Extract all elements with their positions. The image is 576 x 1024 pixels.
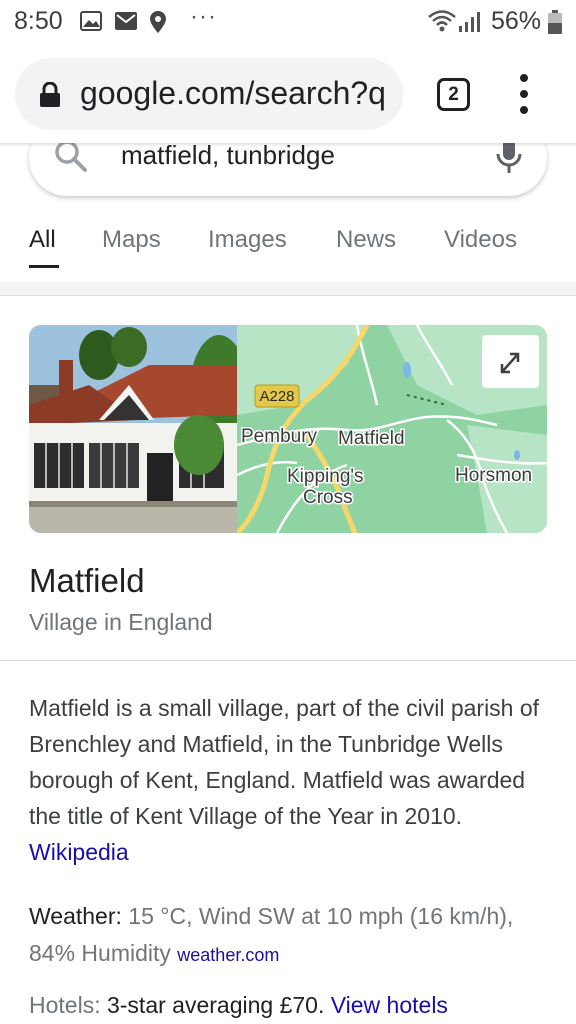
signal-icon bbox=[459, 12, 480, 32]
location-icon bbox=[150, 11, 166, 33]
knowledge-panel-media: A228 Pembury Matfield Kipping's Cross Ho… bbox=[29, 325, 547, 533]
hotels-row: Hotels: 3-star averaging £70. View hotel… bbox=[29, 987, 554, 1024]
address-bar[interactable]: google.com/search?q bbox=[15, 58, 403, 130]
toolbar-cover: google.com/search?q 2 bbox=[0, 44, 576, 143]
toolbar-shadow bbox=[0, 143, 576, 147]
battery-percent: 56% bbox=[491, 7, 542, 35]
map-expand-button[interactable] bbox=[482, 335, 539, 388]
more-notifications: ··· bbox=[190, 3, 217, 30]
tab-videos[interactable]: Videos bbox=[444, 226, 517, 254]
entity-title: Matfield bbox=[29, 562, 145, 599]
weather-label: Weather: bbox=[29, 903, 122, 929]
status-bar: 8:50 ··· 56% bbox=[0, 0, 576, 44]
entity-subtitle: Village in England bbox=[29, 609, 213, 635]
tab-images[interactable]: Images bbox=[208, 226, 287, 254]
tab-switcher-button[interactable]: 2 bbox=[437, 78, 470, 111]
status-time: 8:50 bbox=[14, 7, 63, 35]
description-text: Matfield is a small village, part of the… bbox=[29, 695, 540, 829]
lock-icon bbox=[40, 82, 60, 107]
view-hotels-link[interactable]: View hotels bbox=[331, 992, 448, 1018]
tab-maps[interactable]: Maps bbox=[102, 226, 161, 254]
wifi-icon bbox=[428, 10, 456, 32]
panel-divider bbox=[0, 660, 576, 661]
weather-row: Weather: 15 °C, Wind SW at 10 mph (16 km… bbox=[29, 898, 554, 974]
map-label-cross: Cross bbox=[303, 487, 353, 508]
map-label-horsmonden: Horsmon bbox=[455, 465, 532, 486]
tab-all[interactable]: All bbox=[29, 226, 56, 254]
expand-icon bbox=[500, 352, 520, 374]
search-tabs: All Maps Images News Videos bbox=[0, 212, 576, 282]
section-separator bbox=[0, 282, 576, 296]
hotels-label: Hotels: bbox=[29, 992, 101, 1018]
mail-icon bbox=[115, 12, 137, 30]
tab-news[interactable]: News bbox=[336, 226, 396, 254]
entity-description: Matfield is a small village, part of the… bbox=[29, 690, 554, 870]
weather-source-link[interactable]: weather.com bbox=[177, 945, 279, 965]
active-tab-indicator bbox=[29, 265, 59, 268]
map-road-label: A228 bbox=[259, 388, 294, 405]
map-label-kippings: Kipping's bbox=[287, 466, 364, 487]
hotels-value: 3-star averaging £70. bbox=[106, 992, 325, 1018]
image-icon bbox=[80, 11, 102, 31]
battery-icon bbox=[548, 10, 562, 34]
tabs-overflow-fade bbox=[536, 212, 576, 272]
more-menu-icon[interactable] bbox=[512, 74, 536, 116]
map-label-matfield: Matfield bbox=[338, 428, 405, 449]
wikipedia-link[interactable]: Wikipedia bbox=[29, 839, 129, 865]
map-label-pembury: Pembury bbox=[241, 426, 318, 447]
village-photo[interactable] bbox=[29, 325, 237, 533]
url-text[interactable]: google.com/search?q bbox=[80, 75, 386, 112]
